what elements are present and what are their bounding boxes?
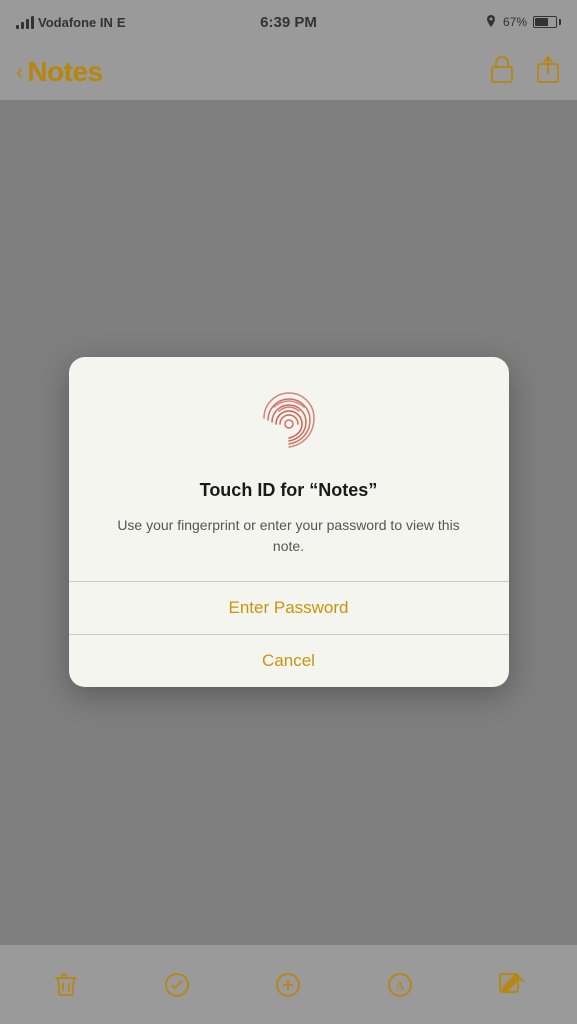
fingerprint-icon [254, 389, 324, 459]
status-time: 6:39 PM [260, 14, 317, 31]
dialog-body: Touch ID for “Notes” Use your fingerprin… [69, 357, 509, 580]
cancel-button[interactable]: Cancel [69, 635, 509, 687]
carrier-label: Vodafone IN [38, 15, 113, 30]
back-button[interactable]: ‹ Notes [16, 56, 103, 88]
status-right: 67% [485, 15, 561, 29]
touch-id-dialog: Touch ID for “Notes” Use your fingerprin… [69, 357, 509, 686]
pencil-a-button[interactable]: A [375, 960, 425, 1010]
bottom-toolbar: A [0, 944, 577, 1024]
svg-text:A: A [395, 978, 405, 993]
status-bar: Vodafone IN E 6:39 PM 67% [0, 0, 577, 44]
main-content: Touch ID for “Notes” Use your fingerprin… [0, 100, 577, 944]
chevron-left-icon: ‹ [16, 61, 23, 83]
network-label: E [117, 15, 126, 30]
nav-bar: ‹ Notes [0, 44, 577, 100]
dialog-overlay: Touch ID for “Notes” Use your fingerprin… [0, 100, 577, 944]
check-button[interactable] [152, 960, 202, 1010]
battery-percent-label: 67% [503, 15, 527, 29]
compose-button[interactable] [486, 960, 536, 1010]
dialog-message: Use your fingerprint or enter your passw… [101, 515, 477, 557]
signal-bars [16, 15, 34, 29]
nav-actions [489, 54, 561, 90]
trash-button[interactable] [41, 960, 91, 1010]
status-left: Vodafone IN E [16, 15, 126, 30]
battery-icon [533, 16, 561, 28]
dialog-title: Touch ID for “Notes” [101, 479, 477, 502]
lock-icon[interactable] [489, 54, 515, 90]
add-button[interactable] [263, 960, 313, 1010]
location-icon [485, 15, 497, 29]
enter-password-button[interactable]: Enter Password [69, 582, 509, 634]
nav-back-label: Notes [27, 56, 102, 88]
share-icon[interactable] [535, 54, 561, 90]
